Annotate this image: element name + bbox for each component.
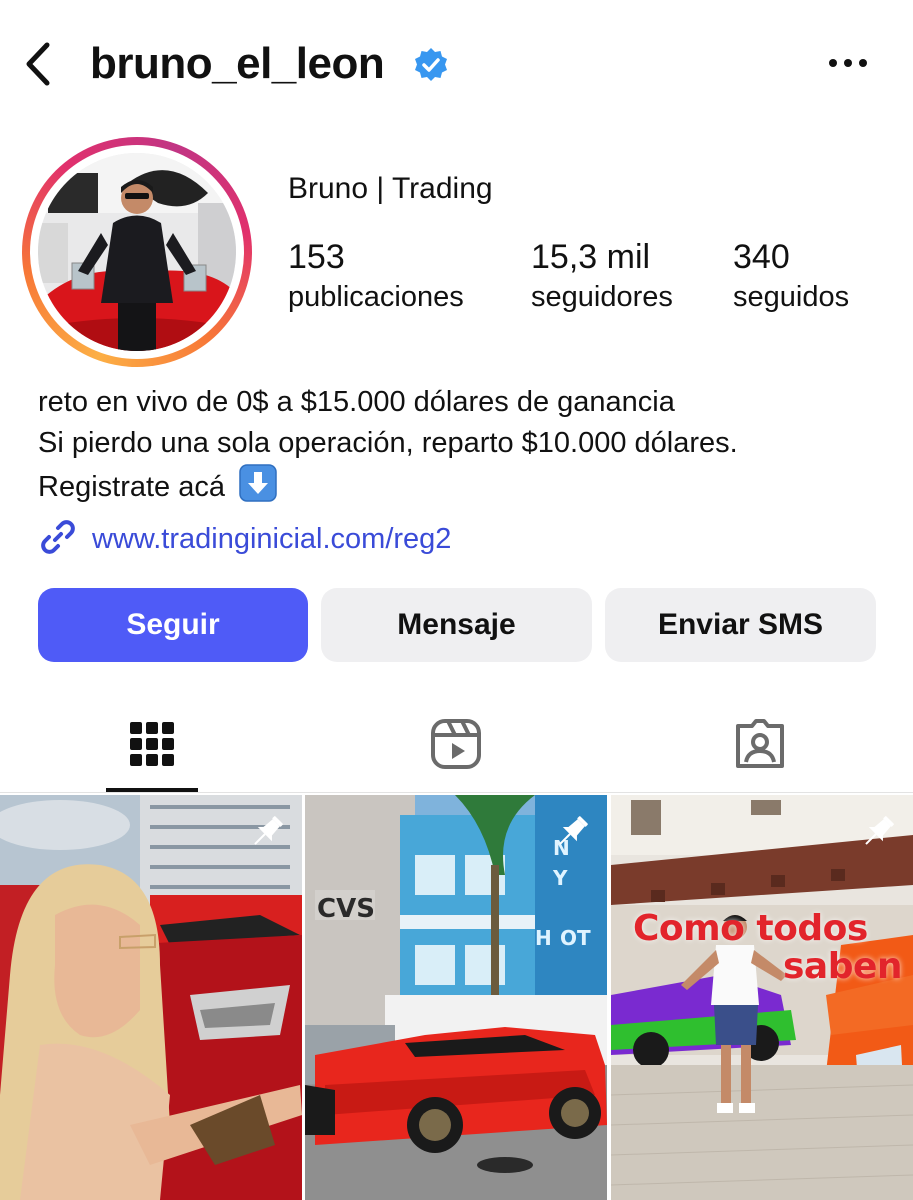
- stat-followers-label: seguidores: [531, 281, 673, 313]
- stat-followers-count: 15,3 mil: [531, 238, 651, 276]
- tab-grid[interactable]: [0, 700, 304, 792]
- post-overlay-text-line-1: Como todos: [633, 908, 868, 949]
- profile-tabs: [0, 700, 913, 792]
- svg-text:H: H: [535, 926, 552, 950]
- pin-icon: [246, 811, 288, 853]
- stat-posts[interactable]: 153 publicaciones: [288, 235, 464, 315]
- pin-icon: [857, 811, 899, 853]
- back-icon[interactable]: [18, 40, 58, 88]
- svg-text:Y: Y: [552, 866, 568, 890]
- svg-text:CVS: CVS: [317, 894, 375, 924]
- stat-followers[interactable]: 15,3 mil seguidores: [531, 235, 673, 315]
- svg-text:OT: OT: [560, 926, 591, 950]
- post-overlay-text-line-2: saben: [783, 946, 903, 987]
- profile-link-text[interactable]: www.tradinginicial.com/reg2: [92, 523, 451, 556]
- down-arrow-emoji-icon: [239, 464, 277, 502]
- message-button[interactable]: Mensaje: [321, 588, 592, 662]
- bio-line-3: Registrate acá: [38, 464, 738, 508]
- pin-icon: [551, 811, 593, 853]
- tabs-divider: [0, 792, 913, 793]
- follow-button[interactable]: Seguir: [38, 588, 308, 662]
- stat-following-count: 340: [733, 238, 790, 276]
- tagged-icon: [734, 718, 786, 775]
- tab-tagged[interactable]: [608, 700, 912, 792]
- bio-line-2: Si pierdo una sola operación, reparto $1…: [38, 427, 738, 459]
- link-icon: [38, 517, 78, 562]
- profile-link[interactable]: www.tradinginicial.com/reg2: [38, 518, 451, 560]
- tab-reels[interactable]: [304, 700, 608, 792]
- stat-following-label: seguidos: [733, 281, 850, 313]
- profile-display-name: Bruno | Trading: [288, 172, 493, 205]
- stat-following[interactable]: 340 seguidos: [733, 235, 849, 315]
- more-options-icon[interactable]: [826, 46, 870, 80]
- avatar: [38, 153, 236, 351]
- post-thumbnail[interactable]: [0, 795, 302, 1200]
- post-thumbnail[interactable]: CVS N Y H OT: [305, 795, 607, 1200]
- profile-header: bruno_el_leon: [0, 0, 913, 125]
- reels-icon: [430, 718, 482, 775]
- bio-line-3-text: Registrate acá: [38, 471, 225, 503]
- post-thumbnail[interactable]: Como todos saben: [611, 795, 913, 1200]
- verified-badge-icon: [412, 46, 450, 84]
- profile-username: bruno_el_leon: [90, 39, 385, 88]
- stat-posts-label: publicaciones: [288, 281, 464, 313]
- stat-posts-count: 153: [288, 238, 345, 276]
- profile-bio: reto en vivo de 0$ a $15.000 dólares de …: [38, 382, 738, 508]
- bio-line-1: reto en vivo de 0$ a $15.000 dólares de …: [38, 386, 675, 418]
- grid-icon: [129, 721, 175, 772]
- story-ring[interactable]: [22, 137, 252, 367]
- posts-grid: CVS N Y H OT Como todos saben: [0, 795, 913, 1200]
- send-sms-button[interactable]: Enviar SMS: [605, 588, 876, 662]
